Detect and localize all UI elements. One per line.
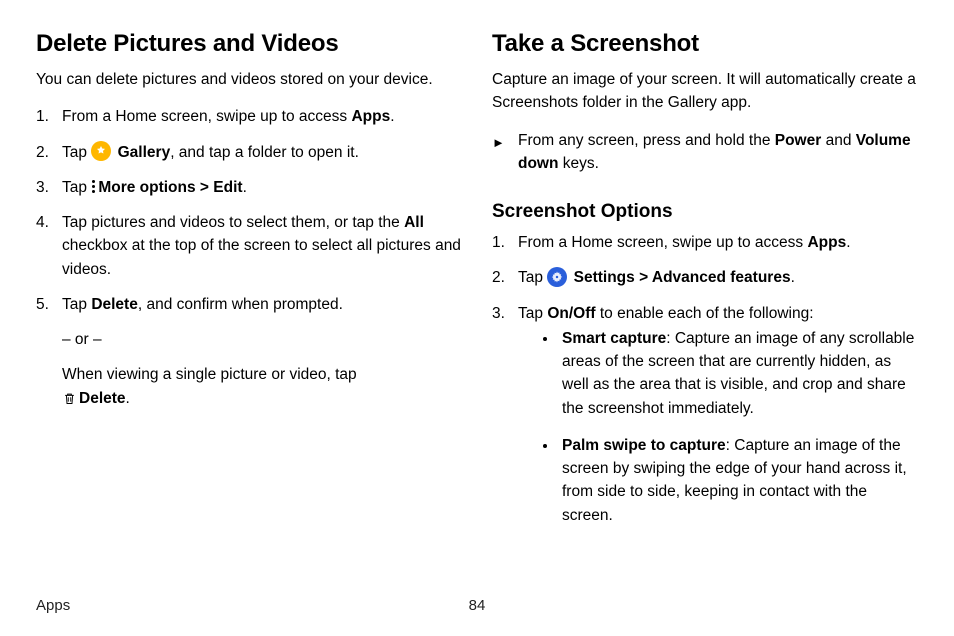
settings-icon bbox=[547, 267, 567, 287]
options-bullets: Smart capture: Capture an image of any s… bbox=[518, 327, 918, 527]
bullet-smart-capture: Smart capture: Capture an image of any s… bbox=[558, 327, 918, 420]
step-5-alt: When viewing a single picture or video, … bbox=[62, 363, 462, 410]
step-4: Tap pictures and videos to select them, … bbox=[36, 211, 462, 281]
footer-section: Apps bbox=[36, 597, 70, 614]
subheading-options: Screenshot Options bbox=[492, 201, 918, 223]
triangle-icon: ► bbox=[492, 133, 505, 153]
intro-screenshot: Capture an image of your screen. It will… bbox=[492, 68, 918, 115]
step-3: Tap More options > Edit. bbox=[36, 176, 462, 199]
step-1: From a Home screen, swipe up to access A… bbox=[36, 105, 462, 128]
heading-screenshot: Take a Screenshot bbox=[492, 30, 918, 58]
left-column: Delete Pictures and Videos You can delet… bbox=[36, 30, 462, 541]
heading-delete: Delete Pictures and Videos bbox=[36, 30, 462, 58]
screenshot-instruction: ► From any screen, press and hold the Po… bbox=[492, 129, 918, 176]
steps-options: From a Home screen, swipe up to access A… bbox=[492, 231, 918, 527]
gallery-icon bbox=[91, 141, 111, 161]
steps-delete: From a Home screen, swipe up to access A… bbox=[36, 105, 462, 410]
opt-step-2: Tap Settings > Advanced features. bbox=[492, 266, 918, 289]
opt-step-1: From a Home screen, swipe up to access A… bbox=[492, 231, 918, 254]
page-number: 84 bbox=[469, 597, 486, 614]
right-column: Take a Screenshot Capture an image of yo… bbox=[492, 30, 918, 541]
trash-icon bbox=[62, 390, 79, 407]
step-2: Tap Gallery, and tap a folder to open it… bbox=[36, 141, 462, 164]
step-5: Tap Delete, and confirm when prompted. –… bbox=[36, 293, 462, 410]
page-footer: Apps 84 bbox=[36, 597, 918, 614]
bullet-palm-swipe: Palm swipe to capture: Capture an image … bbox=[558, 434, 918, 527]
intro-delete: You can delete pictures and videos store… bbox=[36, 68, 462, 91]
or-divider: – or – bbox=[62, 328, 462, 351]
opt-step-3: Tap On/Off to enable each of the followi… bbox=[492, 302, 918, 527]
more-options-icon bbox=[92, 180, 95, 193]
